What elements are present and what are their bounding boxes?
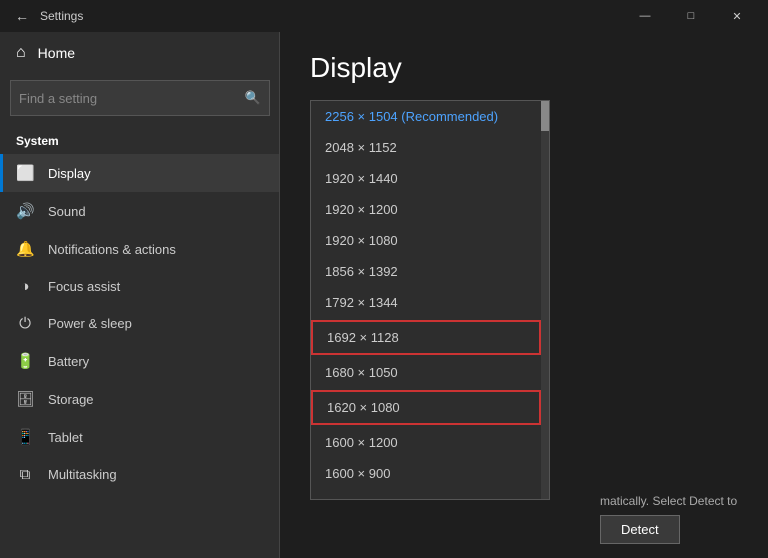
display-icon: ⬜ [16, 164, 34, 182]
battery-icon: 🔋 [16, 352, 34, 370]
power-icon: ⏻ [16, 315, 34, 332]
sound-icon: 🔊 [16, 202, 34, 220]
dropdown-item-res8[interactable]: 1692 × 1128 [311, 320, 541, 355]
maximize-button[interactable]: □ [668, 0, 714, 32]
dropdown-list[interactable]: 2256 × 1504 (Recommended) 2048 × 1152 19… [310, 100, 550, 500]
sidebar-item-focus-label: Focus assist [48, 279, 120, 294]
sidebar-item-multitasking-label: Multitasking [48, 467, 117, 482]
storage-icon: 🗄 [16, 390, 34, 408]
resolution-dropdown[interactable]: 2256 × 1504 (Recommended) 2048 × 1152 19… [310, 100, 550, 500]
dropdown-item-res12[interactable]: 1600 × 900 [311, 458, 541, 489]
content-area: Display 2256 × 1504 (Recommended) 2048 ×… [280, 32, 768, 558]
dropdown-item-res4[interactable]: 1920 × 1200 [311, 194, 541, 225]
search-box[interactable]: 🔍 [10, 80, 270, 116]
dropdown-item-res3[interactable]: 1920 × 1440 [311, 163, 541, 194]
tablet-icon: 📱 [16, 428, 34, 446]
dropdown-item-res11[interactable]: 1600 × 1200 [311, 427, 541, 458]
multitasking-icon: ⧉ [16, 466, 34, 483]
sidebar-item-battery-label: Battery [48, 354, 89, 369]
sidebar-item-sound[interactable]: 🔊 Sound [0, 192, 280, 230]
sidebar-item-sound-label: Sound [48, 204, 86, 219]
focus-icon: ◑ [16, 278, 34, 295]
dropdown-item-res9[interactable]: 1680 × 1050 [311, 357, 541, 388]
dropdown-item-res2[interactable]: 2048 × 1152 [311, 132, 541, 163]
sidebar-item-notifications[interactable]: 🔔 Notifications & actions [0, 230, 280, 268]
sidebar-item-storage[interactable]: 🗄 Storage [0, 380, 280, 418]
dropdown-item-res5[interactable]: 1920 × 1080 [311, 225, 541, 256]
page-title: Display [310, 52, 738, 84]
sidebar-item-notifications-label: Notifications & actions [48, 242, 176, 257]
notifications-icon: 🔔 [16, 240, 34, 258]
close-button[interactable]: ✕ [714, 0, 760, 32]
dropdown-item-res7[interactable]: 1792 × 1344 [311, 287, 541, 318]
back-button[interactable]: ← [8, 2, 36, 30]
sidebar-item-display[interactable]: ⬜ Display [0, 154, 280, 192]
window-controls: — □ ✕ [622, 0, 760, 32]
bottom-description: matically. Select Detect to [600, 494, 738, 508]
dropdown-scrollbar[interactable] [541, 101, 549, 500]
dropdown-item-res13[interactable]: 1440 × 900 [311, 489, 541, 500]
dropdown-item-res1[interactable]: 2256 × 1504 (Recommended) [311, 101, 541, 132]
scrollbar-thumb[interactable] [541, 101, 549, 131]
sidebar: ⌂ Home 🔍 System ⬜ Display 🔊 Sound 🔔 Noti… [0, 32, 280, 558]
sidebar-item-tablet[interactable]: 📱 Tablet [0, 418, 280, 456]
minimize-button[interactable]: — [622, 0, 668, 32]
dropdown-item-res10[interactable]: 1620 × 1080 [311, 390, 541, 425]
sidebar-item-storage-label: Storage [48, 392, 94, 407]
dropdown-item-res6[interactable]: 1856 × 1392 [311, 256, 541, 287]
sidebar-item-power-label: Power & sleep [48, 316, 132, 331]
detect-button[interactable]: Detect [600, 515, 680, 544]
titlebar-title: Settings [40, 9, 622, 23]
home-icon: ⌂ [16, 44, 26, 62]
titlebar: ← Settings — □ ✕ [0, 0, 768, 32]
sidebar-item-display-label: Display [48, 166, 91, 181]
search-icon: 🔍 [245, 90, 261, 106]
sidebar-item-focus[interactable]: ◑ Focus assist [0, 268, 280, 305]
home-nav-item[interactable]: ⌂ Home [0, 32, 280, 74]
section-title: System [0, 126, 280, 154]
search-input[interactable] [19, 91, 245, 106]
home-label: Home [38, 45, 75, 61]
main-layout: ⌂ Home 🔍 System ⬜ Display 🔊 Sound 🔔 Noti… [0, 32, 768, 558]
dropdown-items: 2256 × 1504 (Recommended) 2048 × 1152 19… [311, 101, 541, 500]
sidebar-item-battery[interactable]: 🔋 Battery [0, 342, 280, 380]
sidebar-item-multitasking[interactable]: ⧉ Multitasking [0, 456, 280, 493]
sidebar-item-tablet-label: Tablet [48, 430, 83, 445]
sidebar-item-power[interactable]: ⏻ Power & sleep [0, 305, 280, 342]
dropdown-scroll-wrap: 2256 × 1504 (Recommended) 2048 × 1152 19… [311, 101, 549, 500]
